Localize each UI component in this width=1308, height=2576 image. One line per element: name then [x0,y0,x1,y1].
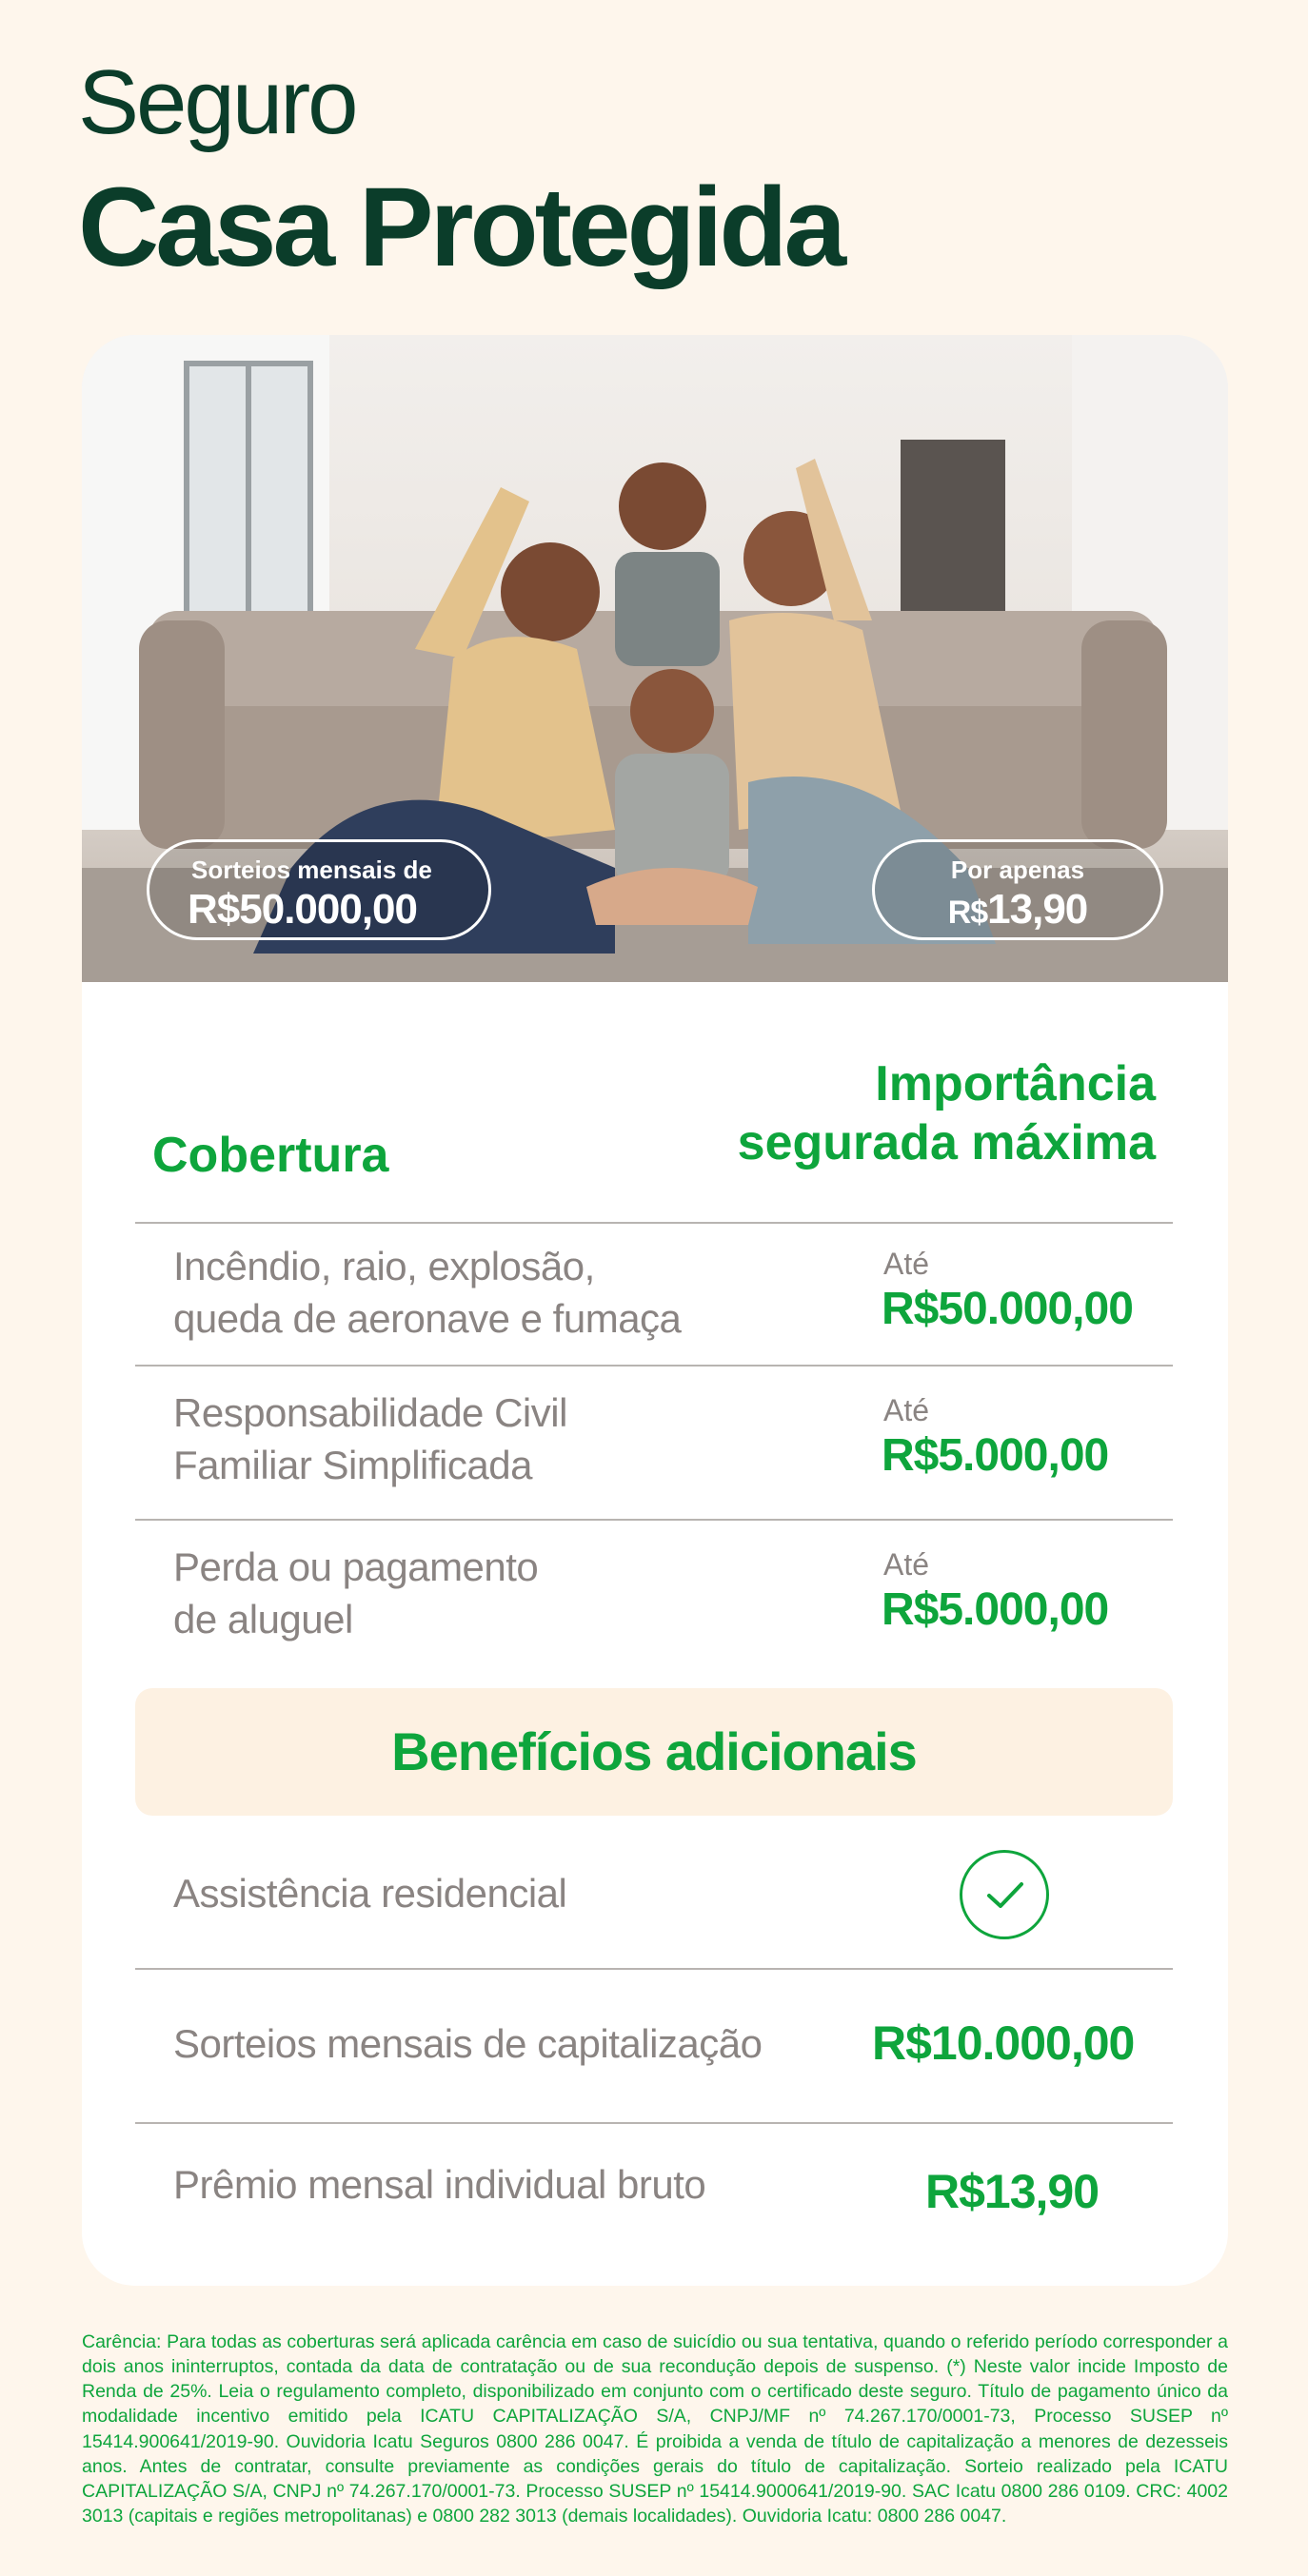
benefits-title: Benefícios adicionais [135,1688,1173,1816]
family-photo: Sorteios mensais de R$50.000,00 Por apen… [82,335,1228,982]
table-divider [135,2122,1173,2124]
benefit-value-premium: R$13,90 [925,2165,1100,2218]
coverage-label-line: Responsabilidade Civil [173,1390,567,1435]
column-header-max-insured-line1: Importância [875,1056,1156,1111]
table-divider [135,1968,1173,1970]
coverage-value: R$50.000,00 [882,1284,1134,1334]
table-divider [135,1519,1173,1521]
legal-disclaimer: Carência: Para todas as coberturas será … [82,2331,1228,2527]
coverage-value: R$5.000,00 [882,1430,1109,1481]
title-casa-protegida: Casa Protegida [78,165,846,290]
coverage-label-line: queda de aeronave e fumaça [173,1295,682,1341]
coverage-value: R$5.000,00 [882,1584,1109,1635]
column-header-max-insured-line2: segurada máxima [737,1115,1156,1171]
benefit-label-premium: Prêmio mensal individual bruto [173,2162,706,2207]
check-circle-icon [960,1850,1049,1939]
benefit-label-monthly-draws: Sorteios mensais de capitalização [173,2021,763,2066]
price-amount: R$13,90 [875,886,1160,934]
table-divider [135,1365,1173,1367]
coverage-prefix: Até [883,1393,930,1427]
title-seguro: Seguro [78,51,359,153]
price-currency: R$ [947,895,988,931]
column-header-coverage: Cobertura [152,1128,389,1183]
coverage-label-fire: Incêndio, raio, explosão, queda de aeron… [173,1241,682,1345]
page: Seguro Casa Protegida Sorteios mensais d… [0,0,1308,2576]
monthly-draw-pill: Sorteios mensais de R$50.000,00 [147,839,491,940]
monthly-draw-amount: R$50.000,00 [188,886,418,933]
column-header-max-insured: Importância segurada máxima [738,1054,1156,1173]
coverage-label-line: Perda ou pagamento [173,1544,539,1589]
price-pill: Por apenas R$13,90 [872,839,1163,940]
coverage-prefix: Até [883,1547,930,1582]
coverage-label-civil-liability: Responsabilidade Civil Familiar Simplifi… [173,1387,567,1491]
price-value: 13,90 [987,886,1088,933]
monthly-draw-caption: Sorteios mensais de [191,855,432,884]
price-caption: Por apenas [950,855,1085,884]
benefit-label-home-assistance: Assistência residencial [173,1871,567,1916]
benefit-value-monthly-draws: R$10.000,00 [872,2016,1135,2070]
coverage-label-rent: Perda ou pagamento de aluguel [173,1542,539,1645]
coverage-label-line: de aluguel [173,1596,353,1642]
table-divider [135,1222,1173,1224]
coverage-label-line: Familiar Simplificada [173,1442,532,1487]
check-mark-icon [987,1882,1023,1908]
coverage-label-line: Incêndio, raio, explosão, [173,1244,595,1288]
offer-card: Sorteios mensais de R$50.000,00 Por apen… [82,335,1228,2286]
coverage-prefix: Até [883,1247,930,1281]
